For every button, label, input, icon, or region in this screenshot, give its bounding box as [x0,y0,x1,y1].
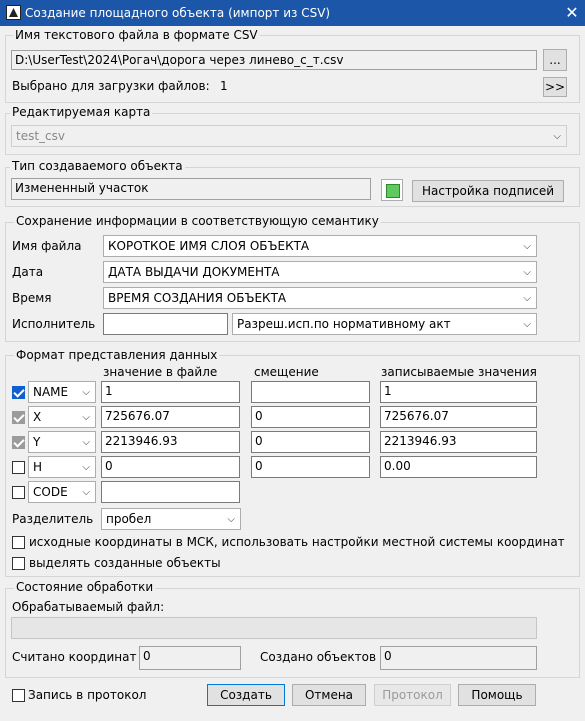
executor-label: Исполнитель [12,317,96,331]
chevron-down-icon: ⌵ [82,412,90,423]
object-color-button[interactable] [381,179,403,201]
objects-created-value: 0 [380,646,537,670]
csv-file-group-title: Имя текстового файла в формате CSV [13,28,260,42]
semantic-date-select[interactable]: ДАТА ВЫДАЧИ ДОКУМЕНТА ⌵ [103,261,537,283]
separator-label: Разделитель [12,512,94,526]
selected-files-label: Выбрано для загрузки файлов: [12,79,210,93]
semantic-time-value: ВРЕМЯ СОЗДАНИЯ ОБЪЕКТА [108,291,287,305]
processing-file-label: Обрабатываемый файл: [12,600,165,614]
code-file-input[interactable] [101,481,240,503]
h-offset-input[interactable]: 0 [251,456,370,478]
chevron-down-icon: ⌵ [82,462,90,473]
chevron-down-icon: ⌵ [523,319,531,330]
selected-files-count: 1 [220,79,228,93]
coords-read-label: Считано координат [12,650,137,664]
semantic-filename-select[interactable]: КОРОТКОЕ ИМЯ СЛОЯ ОБЪЕКТА ⌵ [103,235,537,257]
y-offset-input[interactable]: 0 [251,431,370,453]
name-offset-input[interactable] [251,381,370,403]
format-group-title: Формат представления данных [14,348,220,362]
chevron-down-icon: ⌵ [523,293,531,304]
title-bar: Создание площадного объекта (импорт из C… [0,0,585,26]
object-type-group-title: Тип создаваемого объекта [10,159,185,173]
h-file-input[interactable]: 0 [101,456,240,478]
coords-read-value: 0 [139,646,241,670]
x-written-input[interactable]: 725676.07 [380,406,537,428]
h-row-select-value: H [33,460,43,474]
x-row-checkbox [12,411,25,424]
objects-created-label: Создано объектов [260,650,377,664]
processing-file-value [11,617,537,639]
executor-select-value: Разреш.исп.по нормативному акт [237,317,451,331]
semantic-date-value: ДАТА ВЫДАЧИ ДОКУМЕНТА [108,265,280,279]
log-checkbox[interactable] [12,689,25,702]
select-objects-label[interactable]: выделять созданные объекты [29,556,221,570]
x-row-select-value: X [33,410,42,424]
browse-button[interactable]: ... [543,49,567,71]
help-button[interactable]: Помощь [458,684,536,706]
separator-select[interactable]: пробел ⌵ [101,508,241,530]
name-row-select-value: NAME [33,385,69,399]
y-row-select-value: Y [33,435,41,449]
caption-settings-button[interactable]: Настройка подписей [412,180,564,202]
h-written-input[interactable]: 0.00 [380,456,537,478]
executor-select[interactable]: Разреш.исп.по нормативному акт ⌵ [232,313,537,335]
semantic-filename-label: Имя файла [12,239,82,253]
x-row-select[interactable]: X ⌵ [28,406,96,428]
map-group-title: Редактируемая карта [10,105,153,119]
status-group-title: Состояние обработки [14,580,156,594]
x-offset-input[interactable]: 0 [251,406,370,428]
chevron-down-icon: ⌵ [227,514,235,525]
chevron-down-icon: ⌵ [82,487,90,498]
chevron-down-icon: ⌵ [82,387,90,398]
name-written-input[interactable]: 1 [380,381,537,403]
name-row-checkbox[interactable] [12,386,25,399]
msk-label[interactable]: исходные координаты в МСК, использовать … [29,535,565,549]
log-label[interactable]: Запись в протокол [28,688,146,702]
name-row-select[interactable]: NAME ⌵ [28,381,96,403]
map-select: test_csv ⌵ [11,125,567,147]
app-icon [6,5,21,20]
h-row-checkbox[interactable] [12,461,25,474]
close-button[interactable]: ✕ [562,3,582,23]
y-written-input[interactable]: 2213946.93 [380,431,537,453]
chevron-down-icon: ⌵ [553,131,561,142]
executor-input[interactable] [103,313,228,335]
col-file-header: значение в файле [103,365,218,379]
name-file-input[interactable]: 1 [101,381,240,403]
chevron-down-icon: ⌵ [82,437,90,448]
color-swatch-icon [386,184,400,198]
y-file-input[interactable]: 2213946.93 [101,431,240,453]
y-row-checkbox [12,436,25,449]
csv-file-path: D:\UserTest\2024\Рогач\дорога через лине… [11,50,537,70]
code-row-select[interactable]: CODE ⌵ [28,481,96,503]
semantic-time-label: Время [12,291,52,305]
semantic-time-select[interactable]: ВРЕМЯ СОЗДАНИЯ ОБЪЕКТА ⌵ [103,287,537,309]
chevron-down-icon: ⌵ [523,267,531,278]
msk-checkbox[interactable] [12,536,25,549]
window-title: Создание площадного объекта (импорт из C… [25,6,331,20]
next-file-button[interactable]: >> [543,77,567,97]
semantic-group-title: Сохранение информации в соответствующую … [14,214,381,228]
map-select-value: test_csv [16,129,65,143]
x-file-input[interactable]: 725676.07 [101,406,240,428]
cancel-button[interactable]: Отмена [292,684,366,706]
semantic-filename-value: КОРОТКОЕ ИМЯ СЛОЯ ОБЪЕКТА [108,239,310,253]
object-type-value: Измененный участок [11,178,371,200]
col-written-header: записываемые значения [381,365,537,379]
y-row-select[interactable]: Y ⌵ [28,431,96,453]
semantic-date-label: Дата [12,265,44,279]
select-objects-checkbox[interactable] [12,557,25,570]
protocol-button: Протокол [374,684,451,706]
h-row-select[interactable]: H ⌵ [28,456,96,478]
chevron-down-icon: ⌵ [523,241,531,252]
code-row-checkbox[interactable] [12,486,25,499]
create-button[interactable]: Создать [207,684,285,706]
code-row-select-value: CODE [33,485,68,499]
col-offset-header: смещение [254,365,319,379]
separator-select-value: пробел [106,512,152,526]
